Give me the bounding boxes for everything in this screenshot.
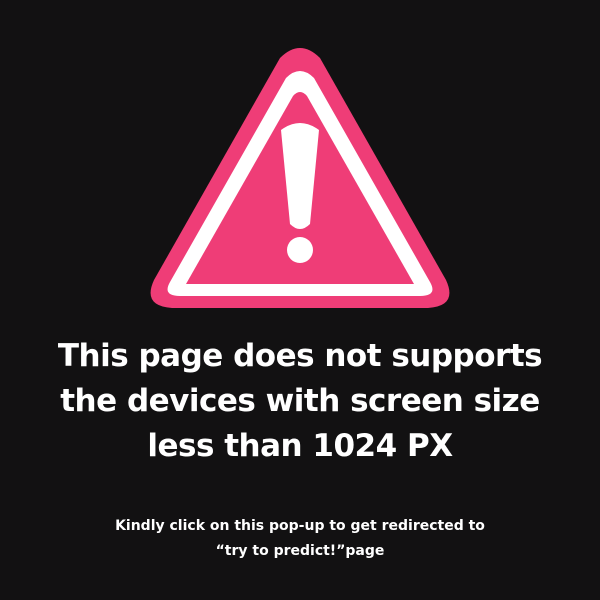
unsupported-device-popup[interactable]: This page does not supports the devices … — [0, 0, 600, 600]
headline-line: less than 1024 PX — [147, 428, 453, 464]
warning-triangle-icon — [150, 48, 450, 308]
exclamation-dot — [287, 237, 313, 263]
redirect-instruction: Kindly click on this pop-up to get redir… — [0, 514, 600, 564]
headline-line: This page does not supports — [57, 338, 543, 374]
headline-line: the devices with screen size — [60, 383, 540, 419]
subtext-line: “try to predict!”page — [215, 543, 385, 559]
unsupported-screen-message: This page does not supports the devices … — [0, 334, 600, 469]
subtext-line: Kindly click on this pop-up to get redir… — [115, 518, 485, 534]
